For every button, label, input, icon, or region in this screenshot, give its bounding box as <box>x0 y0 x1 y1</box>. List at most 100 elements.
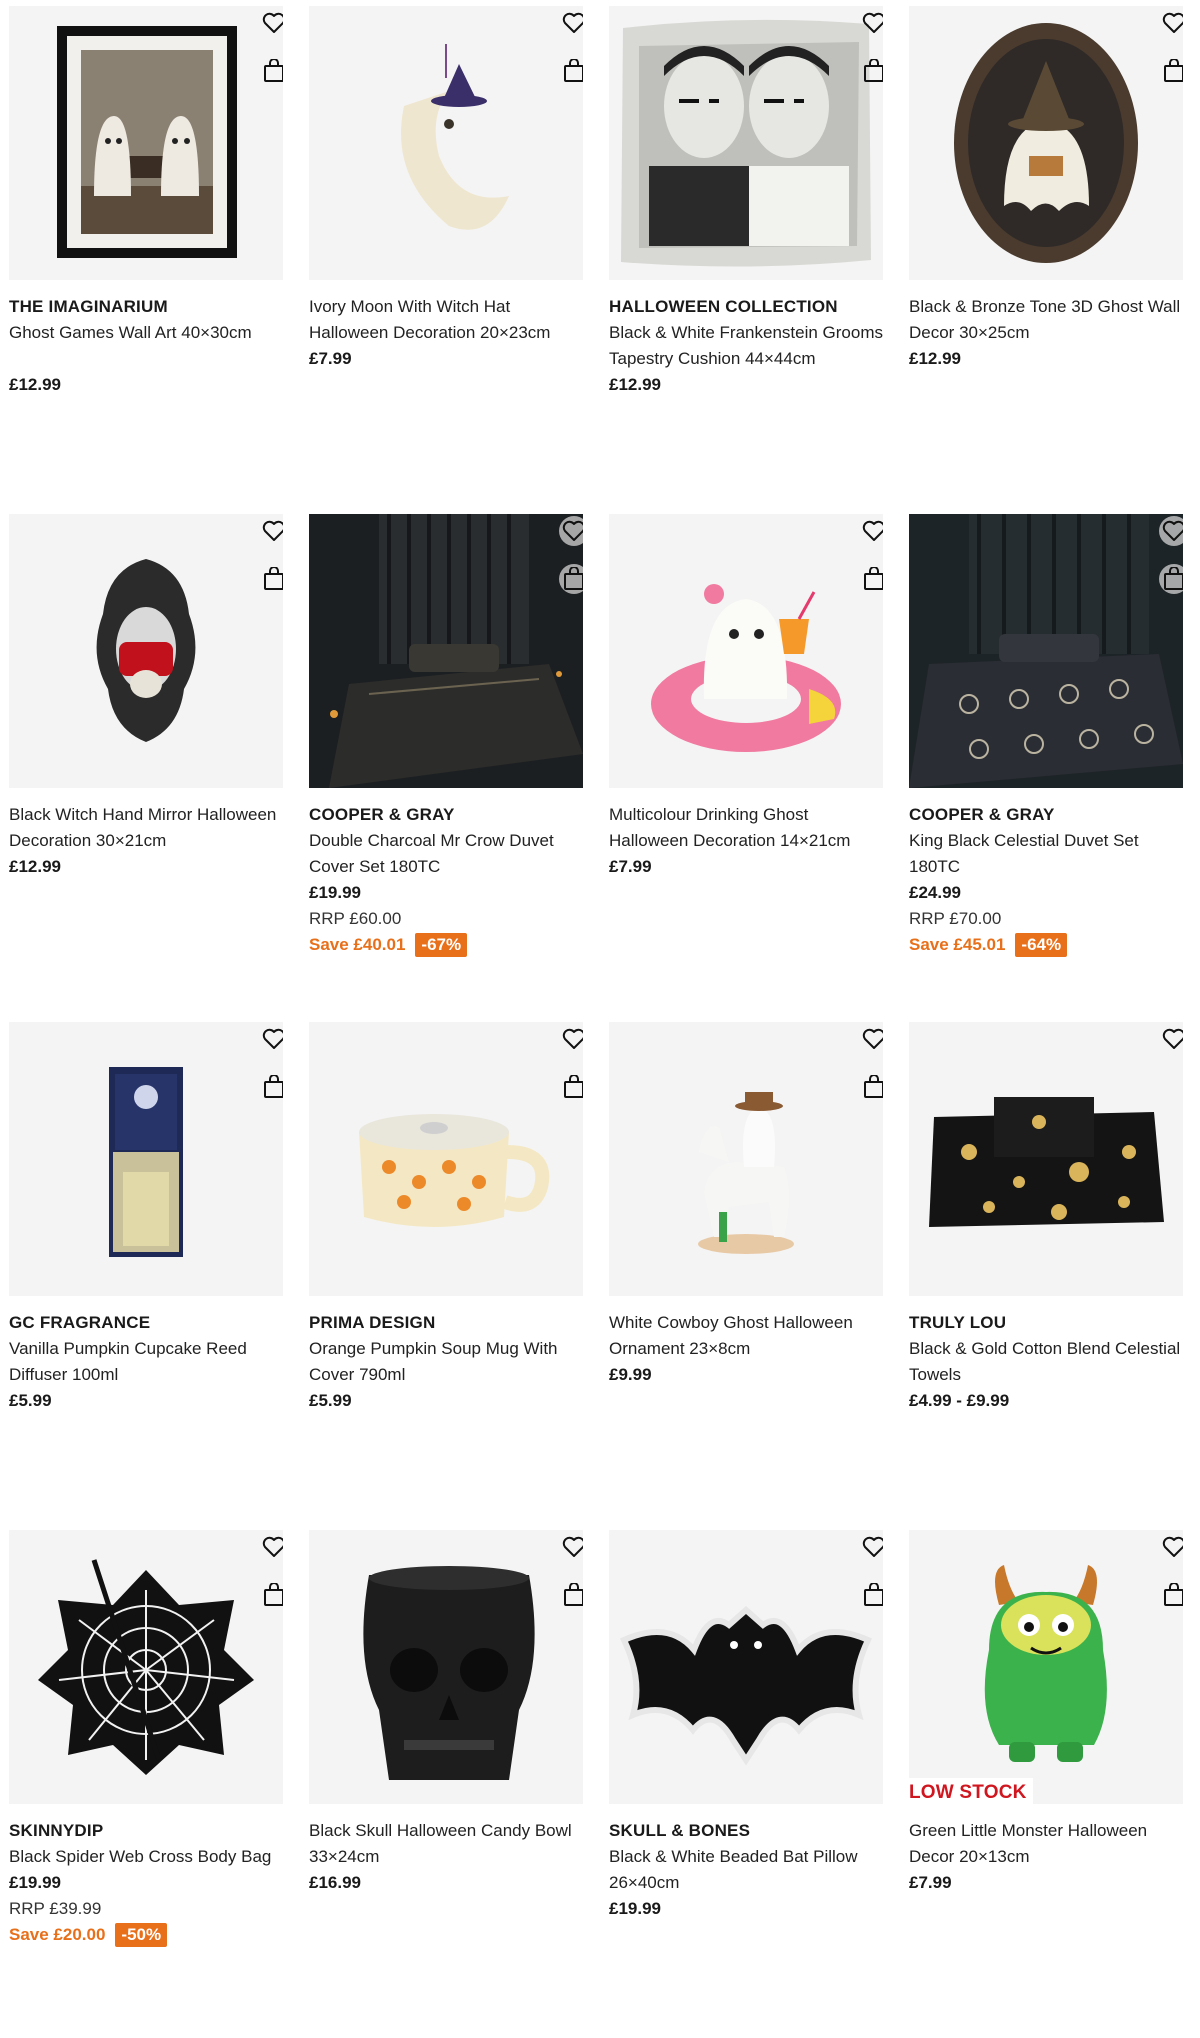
product-card[interactable]: Multicolour Drinking Ghost Halloween Dec… <box>609 514 883 1022</box>
product-image[interactable]: LOW STOCK <box>909 1530 1183 1804</box>
product-card[interactable]: COOPER & GRAY Double Charcoal Mr Crow Du… <box>309 514 583 1022</box>
product-card[interactable]: Ivory Moon With Witch Hat Halloween Deco… <box>309 6 583 514</box>
product-brand[interactable]: COOPER & GRAY <box>309 802 583 828</box>
wishlist-heart-icon[interactable] <box>259 1532 283 1562</box>
wishlist-heart-icon[interactable] <box>559 516 583 546</box>
product-name[interactable]: King Black Celestial Duvet Set 180TC <box>909 828 1183 880</box>
product-card[interactable]: TRULY LOU Black & Gold Cotton Blend Cele… <box>909 1022 1183 1530</box>
product-brand[interactable]: GC FRAGRANCE <box>9 1310 283 1336</box>
product-name[interactable]: Double Charcoal Mr Crow Duvet Cover Set … <box>309 828 583 880</box>
product-image[interactable] <box>909 1022 1183 1296</box>
add-to-bag-icon[interactable] <box>559 56 583 86</box>
savings: Save £40.01 -67% <box>309 932 583 958</box>
wishlist-heart-icon[interactable] <box>559 1532 583 1562</box>
product-image[interactable] <box>309 514 583 788</box>
product-card[interactable]: SKINNYDIP Black Spider Web Cross Body Ba… <box>9 1530 283 2038</box>
wishlist-heart-icon[interactable] <box>1159 1024 1183 1054</box>
wishlist-heart-icon[interactable] <box>859 1024 883 1054</box>
product-name[interactable]: Orange Pumpkin Soup Mug With Cover 790ml <box>309 1336 583 1388</box>
product-brand[interactable]: PRIMA DESIGN <box>309 1310 583 1336</box>
add-to-bag-icon[interactable] <box>1159 1580 1183 1610</box>
product-image[interactable] <box>9 1530 283 1804</box>
product-brand[interactable]: COOPER & GRAY <box>909 802 1183 828</box>
wishlist-heart-icon[interactable] <box>1159 1532 1183 1562</box>
product-card[interactable]: GC FRAGRANCE Vanilla Pumpkin Cupcake Ree… <box>9 1022 283 1530</box>
product-image[interactable] <box>609 1022 883 1296</box>
wishlist-heart-icon[interactable] <box>859 516 883 546</box>
wishlist-heart-icon[interactable] <box>559 1024 583 1054</box>
product-name[interactable]: Black Skull Halloween Candy Bowl 33×24cm <box>309 1818 583 1870</box>
product-name[interactable]: Green Little Monster Halloween Decor 20×… <box>909 1818 1183 1870</box>
product-name[interactable]: Vanilla Pumpkin Cupcake Reed Diffuser 10… <box>9 1336 283 1388</box>
add-to-bag-icon[interactable] <box>859 564 883 594</box>
product-name[interactable]: Black & White Frankenstein Grooms Tapest… <box>609 320 883 372</box>
product-card[interactable]: Black Witch Hand Mirror Halloween Decora… <box>9 514 283 1022</box>
product-image[interactable] <box>309 1530 583 1804</box>
discount-badge: -67% <box>415 933 468 957</box>
add-to-bag-icon[interactable] <box>859 56 883 86</box>
product-name[interactable]: Black Witch Hand Mirror Halloween Decora… <box>9 802 283 854</box>
add-to-bag-icon[interactable] <box>859 1072 883 1102</box>
bat-pillow-image <box>619 1605 873 1766</box>
product-image[interactable] <box>609 1530 883 1804</box>
product-name[interactable]: Ghost Games Wall Art 40×30cm <box>9 320 283 346</box>
product-name[interactable]: Multicolour Drinking Ghost Halloween Dec… <box>609 802 883 854</box>
add-to-bag-icon[interactable] <box>259 56 283 86</box>
product-image[interactable] <box>9 1022 283 1296</box>
product-brand[interactable]: SKINNYDIP <box>9 1818 283 1844</box>
product-image[interactable] <box>909 514 1183 788</box>
add-to-bag-icon[interactable] <box>559 1072 583 1102</box>
product-name[interactable]: White Cowboy Ghost Halloween Ornament 23… <box>609 1310 883 1362</box>
product-card[interactable]: Black Skull Halloween Candy Bowl 33×24cm… <box>309 1530 583 2038</box>
product-price: £24.99 <box>909 883 961 902</box>
product-price: £7.99 <box>609 857 652 876</box>
product-brand[interactable]: SKULL & BONES <box>609 1818 883 1844</box>
product-image[interactable] <box>609 514 883 788</box>
product-image[interactable] <box>609 6 883 280</box>
wishlist-heart-icon[interactable] <box>259 1024 283 1054</box>
product-brand[interactable]: TRULY LOU <box>909 1310 1183 1336</box>
wishlist-heart-icon[interactable] <box>259 516 283 546</box>
product-price: £19.99 <box>609 1899 661 1918</box>
product-image[interactable] <box>309 1022 583 1296</box>
add-to-bag-icon[interactable] <box>1159 56 1183 86</box>
product-image[interactable] <box>909 6 1183 280</box>
product-card[interactable]: White Cowboy Ghost Halloween Ornament 23… <box>609 1022 883 1530</box>
add-to-bag-icon[interactable] <box>1159 564 1183 594</box>
product-card[interactable]: HALLOWEEN COLLECTION Black & White Frank… <box>609 6 883 514</box>
add-to-bag-icon[interactable] <box>859 1580 883 1610</box>
product-image[interactable] <box>9 514 283 788</box>
product-card[interactable]: COOPER & GRAY King Black Celestial Duvet… <box>909 514 1183 1022</box>
product-brand[interactable]: THE IMAGINARIUM <box>9 294 283 320</box>
product-image[interactable] <box>309 6 583 280</box>
product-name[interactable]: Black Spider Web Cross Body Bag <box>9 1844 283 1870</box>
add-to-bag-icon[interactable] <box>259 564 283 594</box>
product-name[interactable]: Black & White Beaded Bat Pillow 26×40cm <box>609 1844 883 1896</box>
product-name[interactable]: Black & Bronze Tone 3D Ghost Wall Decor … <box>909 294 1183 346</box>
product-card[interactable]: LOW STOCK Green Little Monster Halloween… <box>909 1530 1183 2038</box>
add-to-bag-icon[interactable] <box>559 1580 583 1610</box>
product-card[interactable]: Black & Bronze Tone 3D Ghost Wall Decor … <box>909 6 1183 514</box>
wishlist-heart-icon[interactable] <box>559 8 583 38</box>
wishlist-heart-icon[interactable] <box>1159 516 1183 546</box>
product-image[interactable] <box>9 6 283 280</box>
product-name[interactable]: Black & Gold Cotton Blend Celestial Towe… <box>909 1336 1183 1388</box>
product-price: £5.99 <box>309 1391 352 1410</box>
product-card[interactable]: THE IMAGINARIUM Ghost Games Wall Art 40×… <box>9 6 283 514</box>
add-to-bag-icon[interactable] <box>259 1072 283 1102</box>
add-to-bag-icon[interactable] <box>559 564 583 594</box>
wishlist-heart-icon[interactable] <box>259 8 283 38</box>
product-price: £12.99 <box>909 349 961 368</box>
wishlist-heart-icon[interactable] <box>1159 8 1183 38</box>
product-brand[interactable]: HALLOWEEN COLLECTION <box>609 294 883 320</box>
product-card[interactable]: PRIMA DESIGN Orange Pumpkin Soup Mug Wit… <box>309 1022 583 1530</box>
wishlist-heart-icon[interactable] <box>859 1532 883 1562</box>
crow-duvet-set-image <box>309 514 583 788</box>
product-card[interactable]: SKULL & BONES Black & White Beaded Bat P… <box>609 1530 883 2038</box>
witch-moon-image <box>401 44 509 230</box>
product-name[interactable]: Ivory Moon With Witch Hat Halloween Deco… <box>309 294 583 346</box>
green-monster-image <box>984 1565 1107 1762</box>
wishlist-heart-icon[interactable] <box>859 8 883 38</box>
skull-candy-bowl-image <box>363 1566 535 1780</box>
add-to-bag-icon[interactable] <box>259 1580 283 1610</box>
